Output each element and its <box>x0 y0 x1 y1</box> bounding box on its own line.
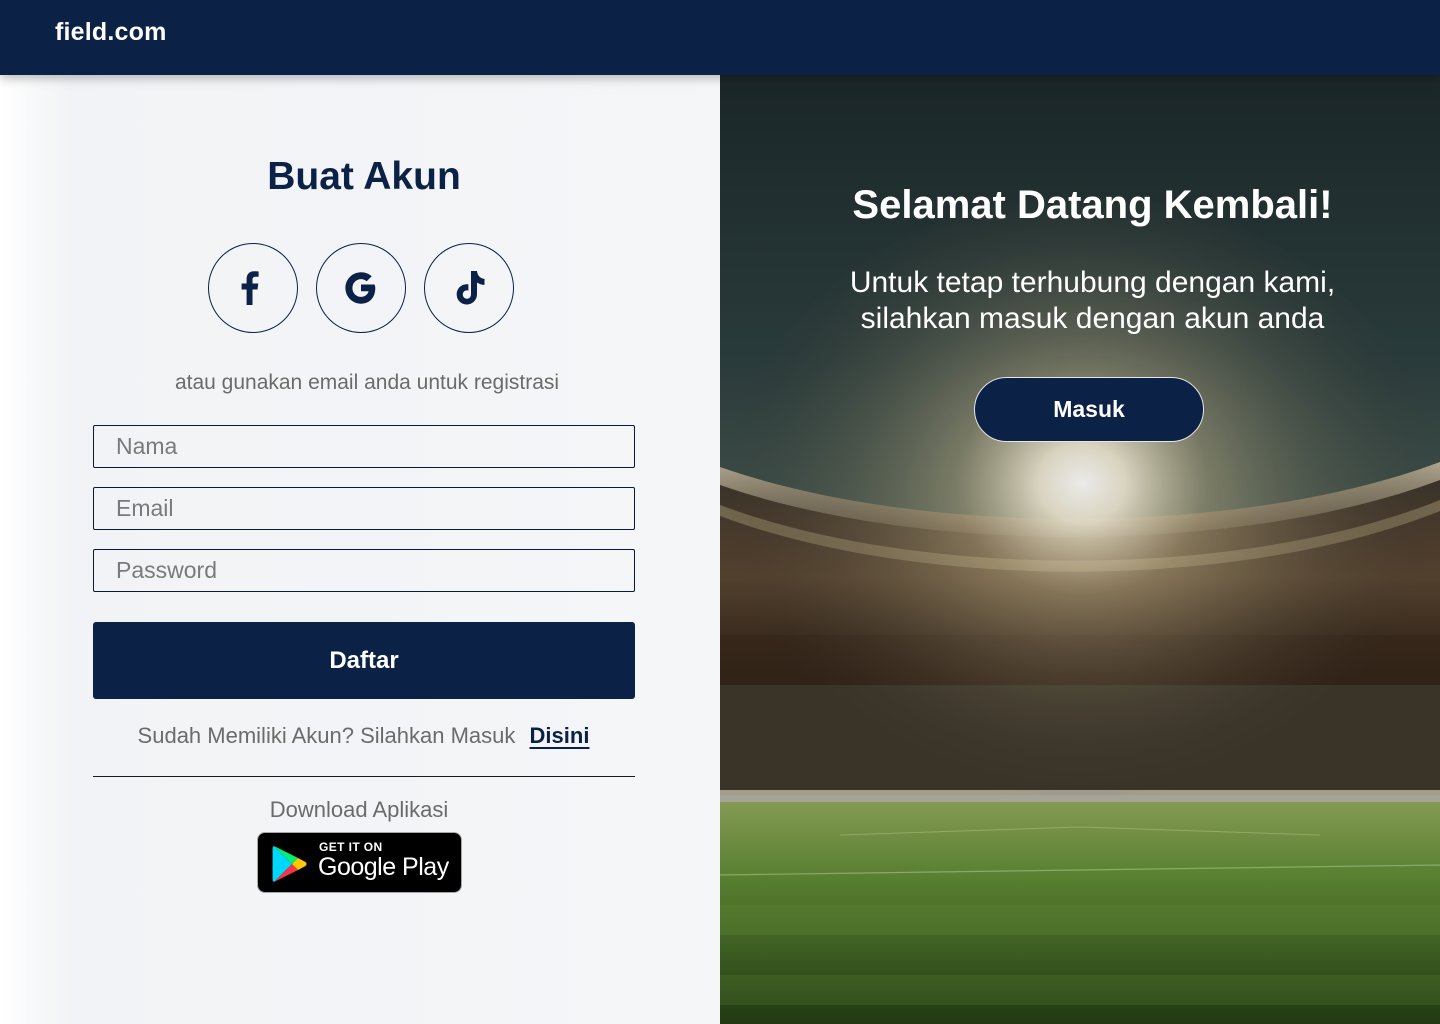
google-icon <box>345 272 376 304</box>
google-button[interactable] <box>316 243 406 333</box>
tiktok-button[interactable] <box>424 243 514 333</box>
welcome-subtitle: Untuk tetap terhubung dengan kami, silah… <box>720 265 1440 337</box>
divider <box>93 776 635 777</box>
login-prompt-text: Sudah Memiliki Akun? Silahkan Masuk <box>137 723 516 748</box>
welcome-subtitle-line2: silahkan masuk dengan akun anda <box>860 302 1325 335</box>
social-login-row <box>208 243 514 333</box>
email-input[interactable] <box>93 487 635 530</box>
top-navbar: field.com <box>0 0 1440 75</box>
email-register-hint: atau gunakan email anda untuk registrasi <box>174 371 560 394</box>
welcome-panel: Selamat Datang Kembali! Untuk tetap terh… <box>720 75 1440 1024</box>
password-input[interactable] <box>93 549 635 592</box>
register-panel: Buat Akun atau gunakan email anda untuk … <box>0 75 720 1024</box>
welcome-subtitle-line1: Untuk tetap terhubung dengan kami, <box>849 266 1336 299</box>
tiktok-icon <box>456 271 485 305</box>
welcome-title: Selamat Datang Kembali! <box>852 183 1333 227</box>
register-title: Buat Akun <box>267 155 461 198</box>
login-here-link[interactable]: Disini <box>530 723 590 748</box>
download-app-label: Download Aplikasi <box>269 797 449 822</box>
login-prompt: Sudah Memiliki Akun? Silahkan Masuk Disi… <box>0 723 727 749</box>
facebook-icon <box>241 271 259 305</box>
register-button[interactable]: Daftar <box>93 622 635 699</box>
facebook-button[interactable] <box>208 243 298 333</box>
name-input[interactable] <box>93 425 635 468</box>
badge-store-name: Google Play <box>318 853 449 881</box>
login-button[interactable]: Masuk <box>974 377 1204 442</box>
brand-logo[interactable]: field.com <box>55 18 167 47</box>
google-play-icon <box>272 846 307 882</box>
google-play-badge[interactable]: GET IT ON Google Play <box>257 832 462 893</box>
badge-small-text: GET IT ON <box>319 840 383 854</box>
